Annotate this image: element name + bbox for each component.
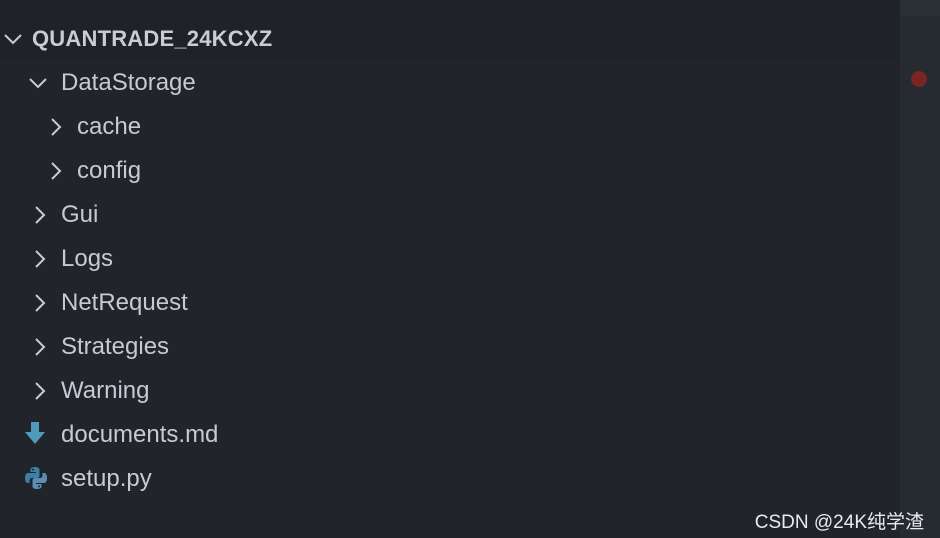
tree-item-config[interactable]: config: [0, 148, 900, 192]
tree-item-datastorage[interactable]: DataStorage: [0, 60, 900, 104]
tree-item-gui[interactable]: Gui: [0, 192, 900, 236]
watermark: CSDN @24K纯学渣: [754, 512, 924, 533]
explorer-section-header[interactable]: QUANTRADE_24KCXZ: [0, 16, 900, 60]
error-marker-dot: [911, 71, 927, 87]
file-explorer: QUANTRADE_24KCXZ DataStorage cache confi…: [0, 0, 900, 538]
tree-item-label: Logs: [61, 245, 114, 272]
chevron-right-icon[interactable]: [30, 337, 50, 362]
chevron-right-icon[interactable]: [30, 293, 50, 318]
chevron-down-icon[interactable]: [28, 73, 48, 98]
tree-item-label: documents.md: [61, 421, 219, 448]
tree-item-setup-py[interactable]: setup.py: [0, 456, 900, 500]
tree-item-netrequest[interactable]: NetRequest: [0, 280, 900, 324]
tree-item-label: cache: [77, 113, 142, 140]
chevron-right-icon[interactable]: [30, 249, 50, 274]
top-strip: [0, 0, 900, 16]
markdown-download-icon: [24, 422, 46, 451]
python-icon: [24, 466, 48, 495]
tree-item-label: Strategies: [61, 333, 170, 360]
section-title: QUANTRADE_24KCXZ: [32, 26, 273, 51]
tree-item-label: NetRequest: [61, 289, 188, 316]
overview-ruler-top: [900, 0, 940, 16]
tree-item-cache[interactable]: cache: [0, 104, 900, 148]
tree-item-label: Warning: [61, 377, 150, 404]
chevron-down-icon[interactable]: [3, 29, 23, 54]
tree-item-logs[interactable]: Logs: [0, 236, 900, 280]
tree-item-warning[interactable]: Warning: [0, 368, 900, 412]
chevron-right-icon[interactable]: [46, 161, 66, 186]
tree-item-label: config: [77, 157, 142, 184]
chevron-right-icon[interactable]: [30, 381, 50, 406]
tree-item-documents-md[interactable]: documents.md: [0, 412, 900, 456]
tree-item-label: DataStorage: [61, 69, 196, 96]
tree-item-label: Gui: [61, 201, 99, 228]
chevron-right-icon[interactable]: [46, 117, 66, 142]
chevron-right-icon[interactable]: [30, 205, 50, 230]
tree-item-label: setup.py: [61, 465, 152, 492]
tree-item-strategies[interactable]: Strategies: [0, 324, 900, 368]
